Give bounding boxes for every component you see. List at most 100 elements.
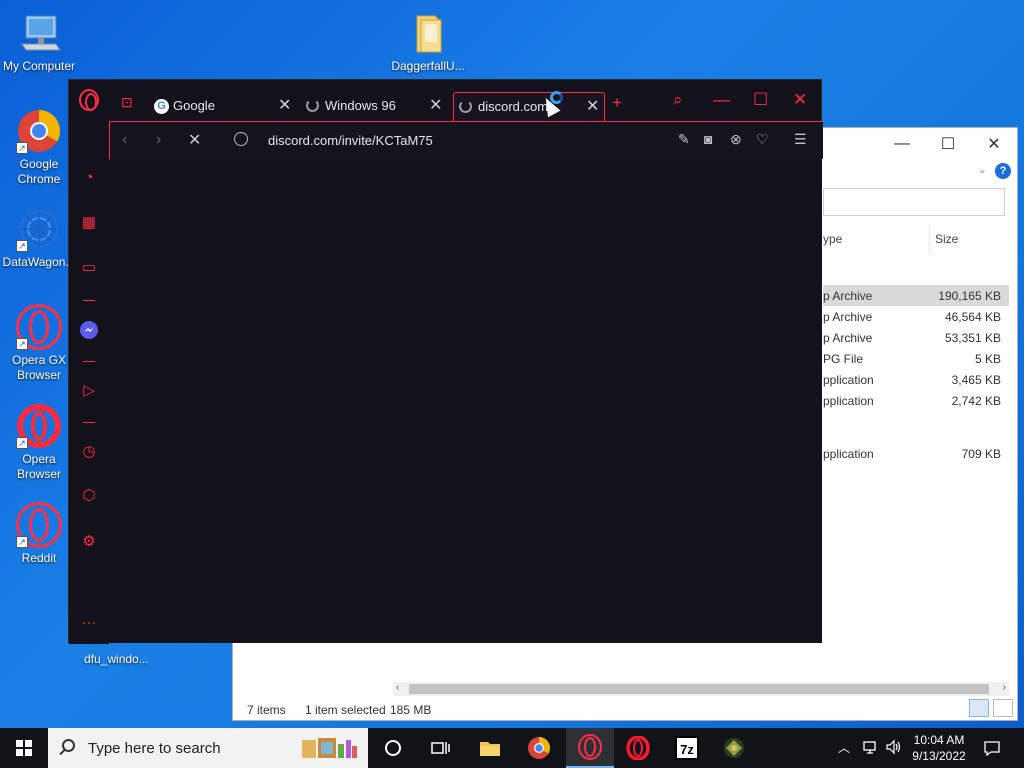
close-tab-icon[interactable]: ✕ xyxy=(586,96,599,116)
column-header-type[interactable]: ype xyxy=(823,232,842,246)
close-tab-icon[interactable]: ✕ xyxy=(429,95,442,115)
search-icon[interactable]: ⌕ xyxy=(673,90,683,110)
easy-setup-icon[interactable]: ☰ xyxy=(794,131,807,148)
scrollbar-thumb[interactable] xyxy=(409,684,989,694)
search-input[interactable] xyxy=(823,188,1005,216)
back-button[interactable]: ‹ xyxy=(122,131,127,149)
desktop-icon-datawagon[interactable]: ↗ DataWagon... xyxy=(1,206,77,270)
messenger-icon[interactable] xyxy=(79,320,99,340)
close-icon[interactable]: ✕ xyxy=(971,128,1017,160)
game-controller-icon[interactable]: ⊡ xyxy=(121,94,133,111)
start-button[interactable] xyxy=(0,728,48,768)
desktop-icon-my-computer[interactable]: My Computer xyxy=(1,10,77,74)
url-input[interactable]: discord.com/invite/KCTaM75 xyxy=(268,133,433,148)
column-header-size[interactable]: Size xyxy=(935,232,958,246)
details-view-button[interactable] xyxy=(969,699,989,717)
player-icon[interactable]: ▷ xyxy=(79,381,99,401)
show-hidden-icons-chevron-icon[interactable]: ︿ xyxy=(838,739,850,768)
taskbar-clock[interactable]: 10:04 AM 9/13/2022 xyxy=(906,732,972,764)
window-controls: — ☐ ✕ xyxy=(879,128,1017,160)
desktop-icon-daggerfall-folder[interactable]: DaggerfallU... xyxy=(390,10,466,74)
forward-button[interactable]: › xyxy=(156,131,161,149)
minimize-icon[interactable]: — xyxy=(713,90,730,110)
file-size: 709 KB xyxy=(961,447,1001,461)
table-row[interactable]: p Archive 46,564 KB xyxy=(823,306,1009,327)
table-row[interactable]: p Archive 53,351 KB xyxy=(823,327,1009,348)
cortana-icon[interactable] xyxy=(381,736,405,760)
horizontal-scrollbar[interactable]: ‹ › xyxy=(393,682,1009,696)
item-count: 7 items xyxy=(247,703,286,717)
tab-bar: ⊡ G Google ✕ Windows 96 ✕ discord.com ✕ … xyxy=(109,80,823,121)
adblock-icon[interactable]: ⊗ xyxy=(730,131,742,148)
close-icon[interactable]: ✕ xyxy=(793,90,807,110)
tab-windows-96[interactable]: Windows 96 ✕ xyxy=(301,92,446,121)
file-type: pplication xyxy=(823,447,874,461)
table-row[interactable]: pplication 3,465 KB xyxy=(823,369,1009,390)
snapshot-camera-icon[interactable]: ◙ xyxy=(704,131,712,147)
daggerfall-unity-icon[interactable] xyxy=(722,736,746,760)
settings-gear-icon[interactable]: ⚙ xyxy=(79,532,99,552)
google-icon: G xyxy=(154,99,169,114)
tab-title: discord.com xyxy=(478,99,549,114)
desktop-icon-opera-gx[interactable]: ↗ Opera GX Browser xyxy=(1,304,77,383)
selection-count: 1 item selected xyxy=(305,703,386,717)
extensions-cube-icon[interactable]: ⬡ xyxy=(79,486,99,506)
desktop-icon-label: Google Chrome xyxy=(17,157,61,186)
chevron-right-icon[interactable]: › xyxy=(1003,682,1006,693)
chevron-left-icon[interactable]: ‹ xyxy=(396,682,399,693)
chrome-icon[interactable] xyxy=(527,736,551,760)
desktop-icon-label: DataWagon... xyxy=(2,255,76,269)
search-highlight-art-icon[interactable] xyxy=(298,734,360,762)
more-options-icon[interactable]: ··· xyxy=(79,613,99,633)
sidebar: ◔ ▦ ▭ ▷ ◷ ⬡ ⚙ ··· xyxy=(69,80,109,644)
opera-icon[interactable] xyxy=(626,735,650,761)
globe-icon[interactable] xyxy=(234,132,248,146)
page-content[interactable] xyxy=(110,160,822,643)
file-size: 46,564 KB xyxy=(944,310,1001,324)
folder-icon xyxy=(405,10,451,56)
network-icon[interactable] xyxy=(862,738,880,768)
desktop-icon-opera[interactable]: ↗ Opera Browser xyxy=(1,403,77,482)
tab-discord[interactable]: discord.com ✕ xyxy=(453,92,605,121)
minimize-icon[interactable]: — xyxy=(879,128,925,160)
large-icons-view-button[interactable] xyxy=(993,699,1013,717)
speed-dial-icon[interactable]: ◔ xyxy=(79,168,99,188)
file-size: 53,351 KB xyxy=(944,331,1001,345)
edit-share-icon[interactable]: ✎ xyxy=(678,131,690,148)
table-row[interactable]: PG File 5 KB xyxy=(823,348,1009,369)
opera-gx-window[interactable]: ◔ ▦ ▭ ▷ ◷ ⬡ ⚙ ··· ⊡ G Google ✕ Windows 9… xyxy=(68,79,823,644)
desktop-icon-label[interactable]: dfu_windo... xyxy=(84,652,149,666)
notifications-icon[interactable] xyxy=(982,738,1002,768)
file-explorer-icon[interactable] xyxy=(478,736,502,760)
tab-title: Google xyxy=(173,98,215,113)
new-tab-button[interactable]: + xyxy=(612,93,622,113)
bookmark-heart-icon[interactable]: ♡ xyxy=(756,131,769,148)
table-row[interactable]: pplication 2,742 KB xyxy=(823,390,1009,411)
volume-icon[interactable] xyxy=(885,738,903,768)
help-icon[interactable]: ? xyxy=(995,163,1011,179)
tab-google[interactable]: G Google ✕ xyxy=(149,92,294,121)
opera-gx-taskbar-button[interactable] xyxy=(566,728,614,768)
address-bar: ‹ › ✕ discord.com/invite/KCTaM75 ✎ ◙ ⊗ ♡… xyxy=(109,121,823,159)
twitch-icon[interactable]: ▭ xyxy=(79,258,99,278)
opera-gx-logo-icon[interactable] xyxy=(79,89,99,111)
desktop-icon-reddit[interactable]: ↗ Reddit xyxy=(1,502,77,566)
opera-gx-icon: ↗ xyxy=(16,304,62,350)
table-row[interactable]: pplication 709 KB xyxy=(823,443,1009,464)
clock-time: 10:04 AM xyxy=(913,733,965,747)
tab-title: Windows 96 xyxy=(325,98,396,113)
taskbar-search-box[interactable]: Type here to search xyxy=(48,728,368,768)
maximize-icon[interactable]: ☐ xyxy=(925,128,971,160)
file-size: 3,465 KB xyxy=(951,373,1001,387)
table-row[interactable]: p Archive 190,165 KB xyxy=(823,285,1009,306)
desktop-icon-google-chrome[interactable]: ↗ Google Chrome xyxy=(1,108,77,187)
shortcut-arrow-icon: ↗ xyxy=(16,338,28,350)
stop-loading-button[interactable]: ✕ xyxy=(188,130,201,150)
7zip-icon[interactable]: 7z xyxy=(675,736,699,760)
close-tab-icon[interactable]: ✕ xyxy=(278,95,291,115)
gx-control-icon[interactable]: ▦ xyxy=(79,213,99,233)
maximize-icon[interactable]: ☐ xyxy=(753,90,768,110)
chevron-down-icon[interactable]: ⌄ xyxy=(978,163,987,176)
history-icon[interactable]: ◷ xyxy=(79,442,99,462)
task-view-icon[interactable] xyxy=(428,736,452,760)
